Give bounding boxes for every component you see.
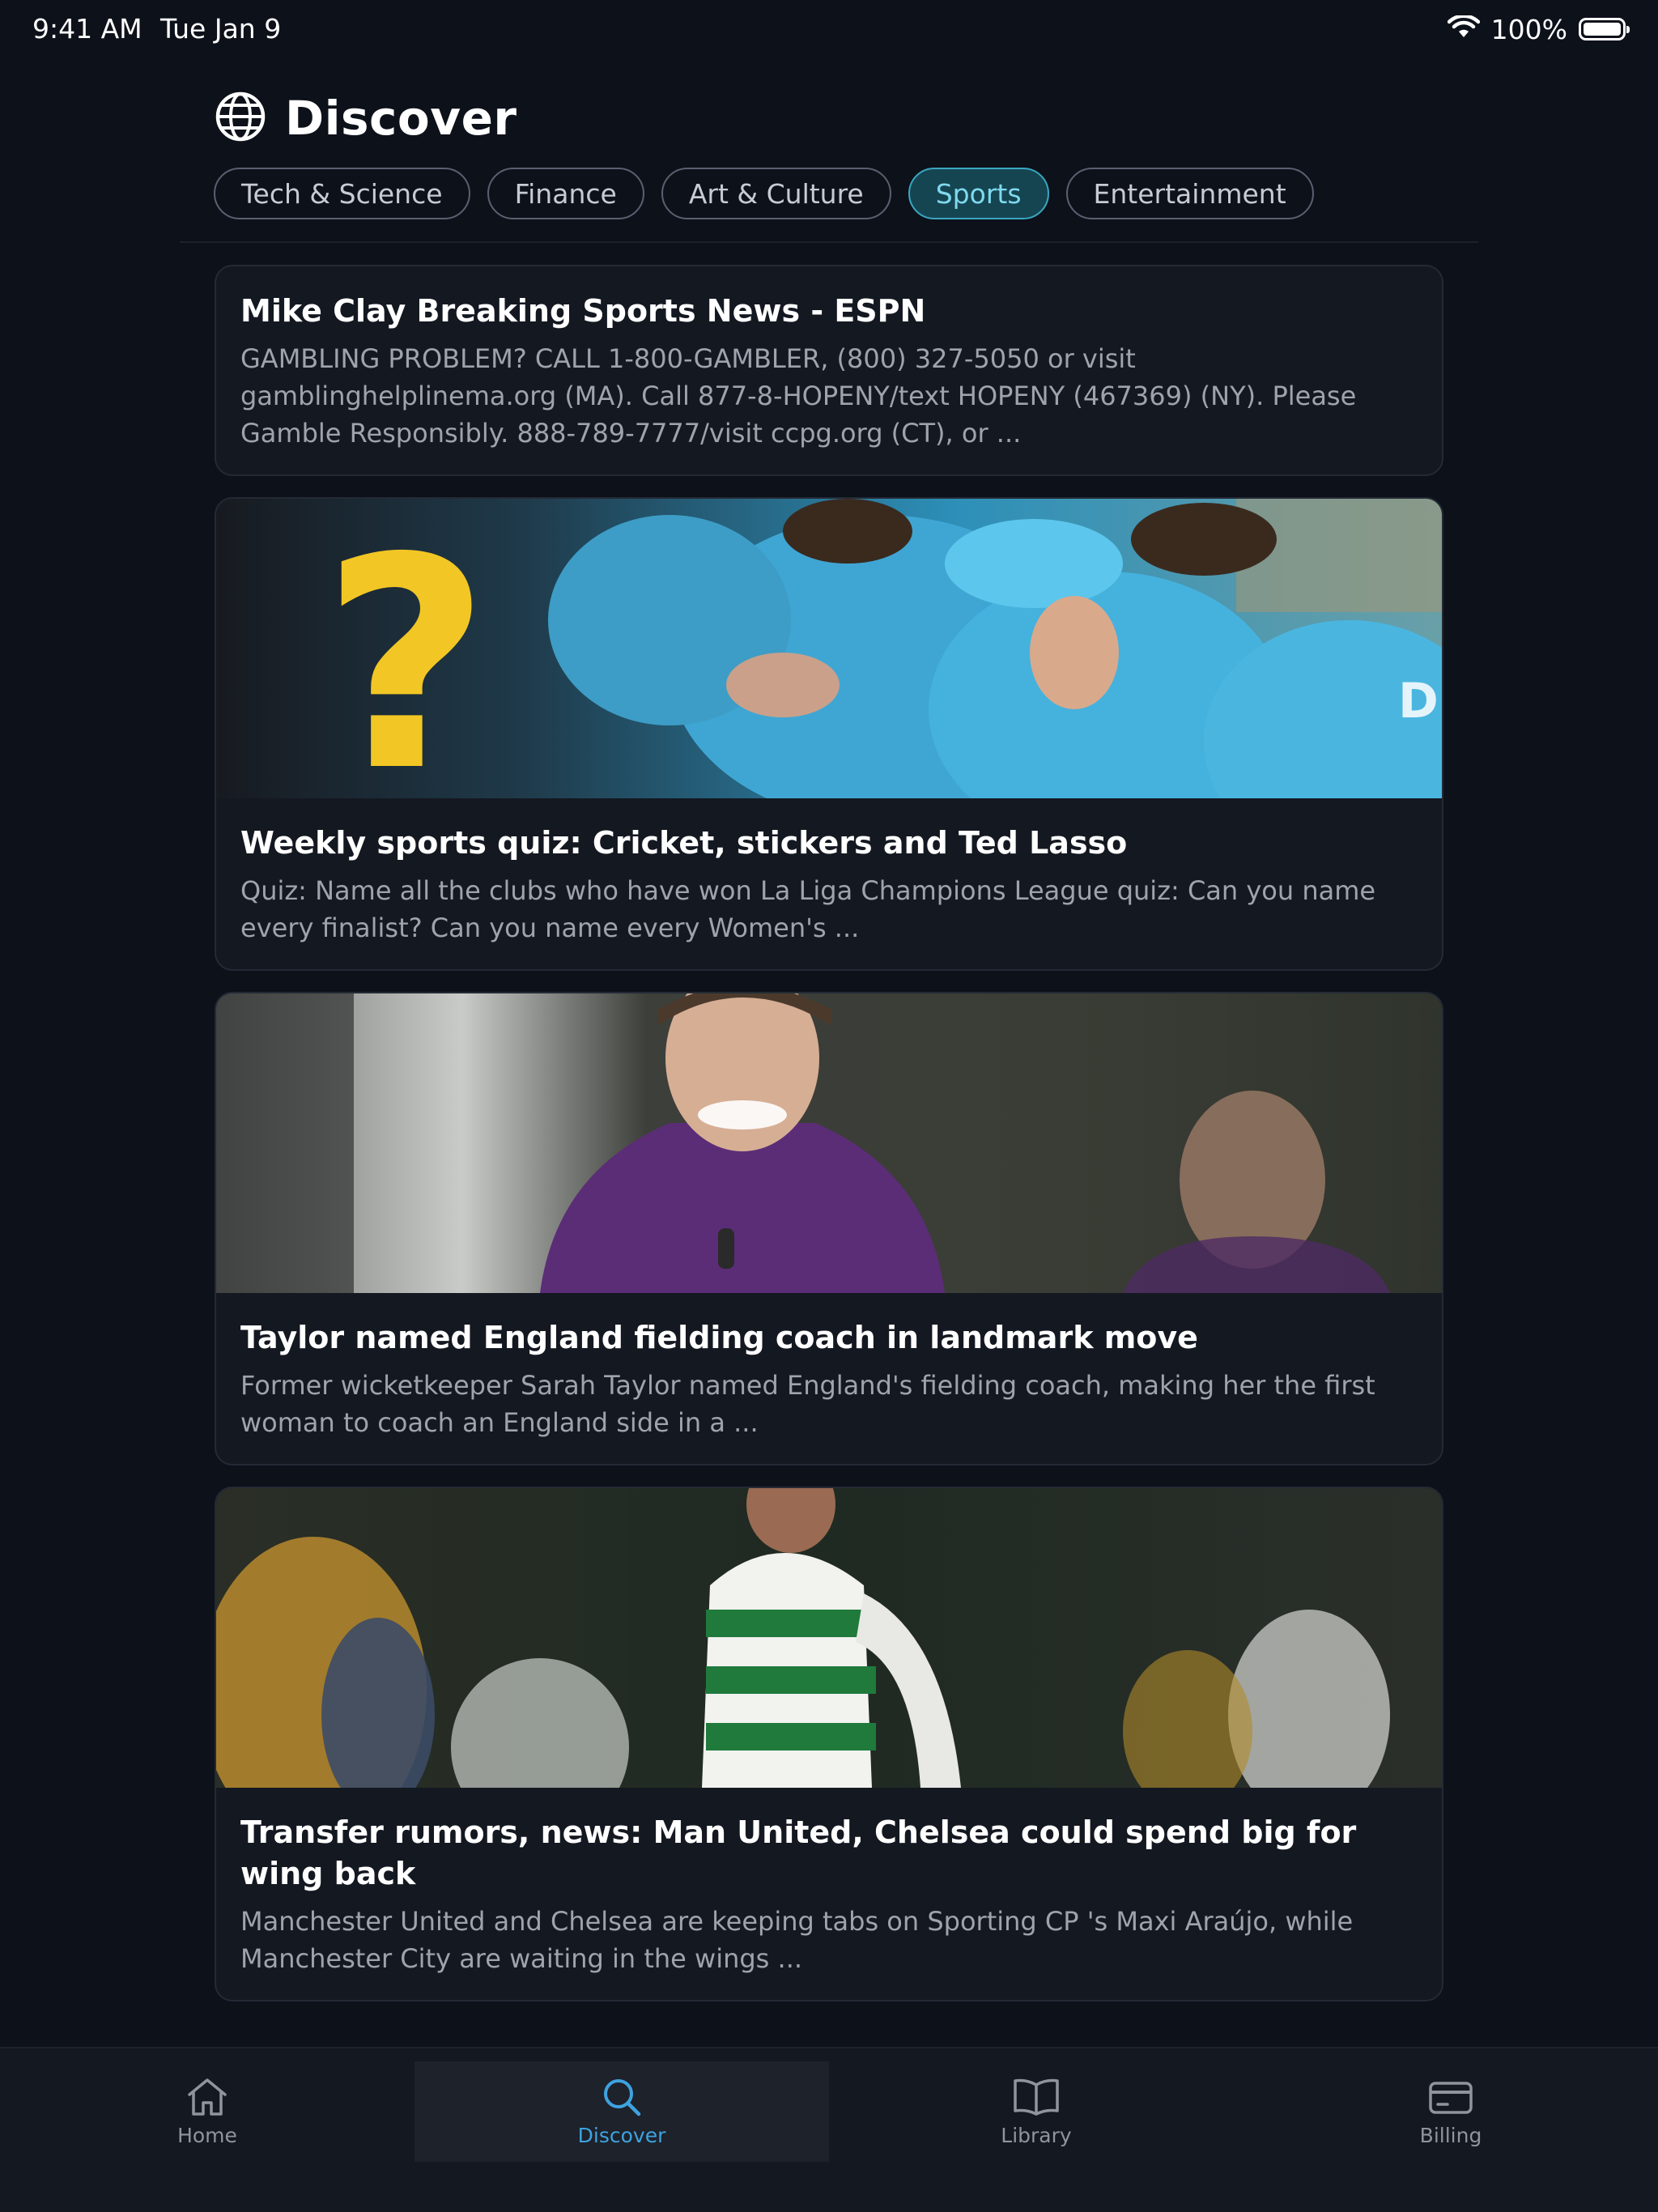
battery-percent: 100% (1490, 13, 1567, 45)
sporting-cp-player-photo (216, 1488, 1442, 1788)
article-title: Mike Clay Breaking Sports News - ESPN (240, 293, 926, 329)
status-time: 9:41 AM (32, 13, 142, 45)
article-card[interactable]: Taylor named England fielding coach in l… (215, 992, 1443, 1465)
home-icon (185, 2077, 229, 2117)
battery-icon (1579, 18, 1630, 40)
cricket-team-celebration-photo: DEA ? (216, 499, 1442, 798)
chip-tech-science[interactable]: Tech & Science (214, 168, 470, 219)
category-chips: Tech & Science Finance Art & Culture Spo… (214, 168, 1314, 219)
article-description: GAMBLING PROBLEM? CALL 1-800-GAMBLER, (8… (240, 343, 1357, 449)
tab-label: Library (1001, 2123, 1072, 2147)
tab-billing[interactable]: Billing (1244, 2061, 1658, 2162)
tab-discover[interactable]: Discover (414, 2061, 829, 2162)
svg-text:?: ? (321, 499, 491, 798)
chip-entertainment[interactable]: Entertainment (1065, 168, 1314, 219)
article-card[interactable]: Mike Clay Breaking Sports News - ESPN GA… (215, 265, 1443, 476)
wifi-icon (1447, 14, 1480, 43)
status-date: Tue Jan 9 (160, 13, 282, 45)
article-description: Manchester United and Chelsea are keepin… (240, 1906, 1354, 1974)
article-title: Transfer rumors, news: Man United, Chels… (240, 1814, 1357, 1891)
book-icon (1012, 2077, 1061, 2117)
discover-screen: 9:41 AM Tue Jan 9 100% Discover Tech & S… (0, 0, 1658, 2212)
article-card-body: Mike Clay Breaking Sports News - ESPN GA… (216, 266, 1442, 474)
tab-label: Billing (1419, 2123, 1482, 2147)
article-card-body: Weekly sports quiz: Cricket, stickers an… (216, 798, 1442, 969)
credit-card-icon (1426, 2077, 1475, 2117)
tab-label: Home (177, 2123, 237, 2147)
england-coach-photo (216, 993, 1442, 1293)
article-feed: Mike Clay Breaking Sports News - ESPN GA… (215, 265, 1443, 2023)
chip-art-culture[interactable]: Art & Culture (661, 168, 891, 219)
article-card-body: Taylor named England fielding coach in l… (216, 1293, 1442, 1464)
status-indicators: 100% (1447, 11, 1630, 47)
status-bar: 9:41 AM Tue Jan 9 100% (0, 0, 1658, 58)
article-card[interactable]: DEA ? Weekly sports quiz: Cricket, stick… (215, 497, 1443, 971)
article-description: Former wicketkeeper Sarah Taylor named E… (240, 1370, 1375, 1438)
article-card[interactable]: Transfer rumors, news: Man United, Chels… (215, 1487, 1443, 2001)
article-card-body: Transfer rumors, news: Man United, Chels… (216, 1788, 1442, 2000)
page-header: Discover (214, 87, 517, 149)
article-description: Quiz: Name all the clubs who have won La… (240, 875, 1376, 943)
article-title: Weekly sports quiz: Cricket, stickers an… (240, 825, 1128, 861)
svg-text:DEA: DEA (1398, 673, 1442, 730)
article-title: Taylor named England fielding coach in l… (240, 1320, 1198, 1355)
tab-label: Discover (577, 2123, 666, 2147)
tab-home[interactable]: Home (0, 2061, 414, 2162)
search-icon (600, 2077, 644, 2117)
battery-fill (1584, 23, 1621, 36)
tab-library[interactable]: Library (829, 2061, 1244, 2162)
header-divider (180, 241, 1478, 243)
chip-sports[interactable]: Sports (908, 168, 1049, 219)
chip-finance[interactable]: Finance (487, 168, 644, 219)
globe-icon (214, 90, 267, 147)
page-title: Discover (285, 91, 517, 146)
bottom-tab-bar: Home Discover Library Billing (0, 2047, 1658, 2212)
